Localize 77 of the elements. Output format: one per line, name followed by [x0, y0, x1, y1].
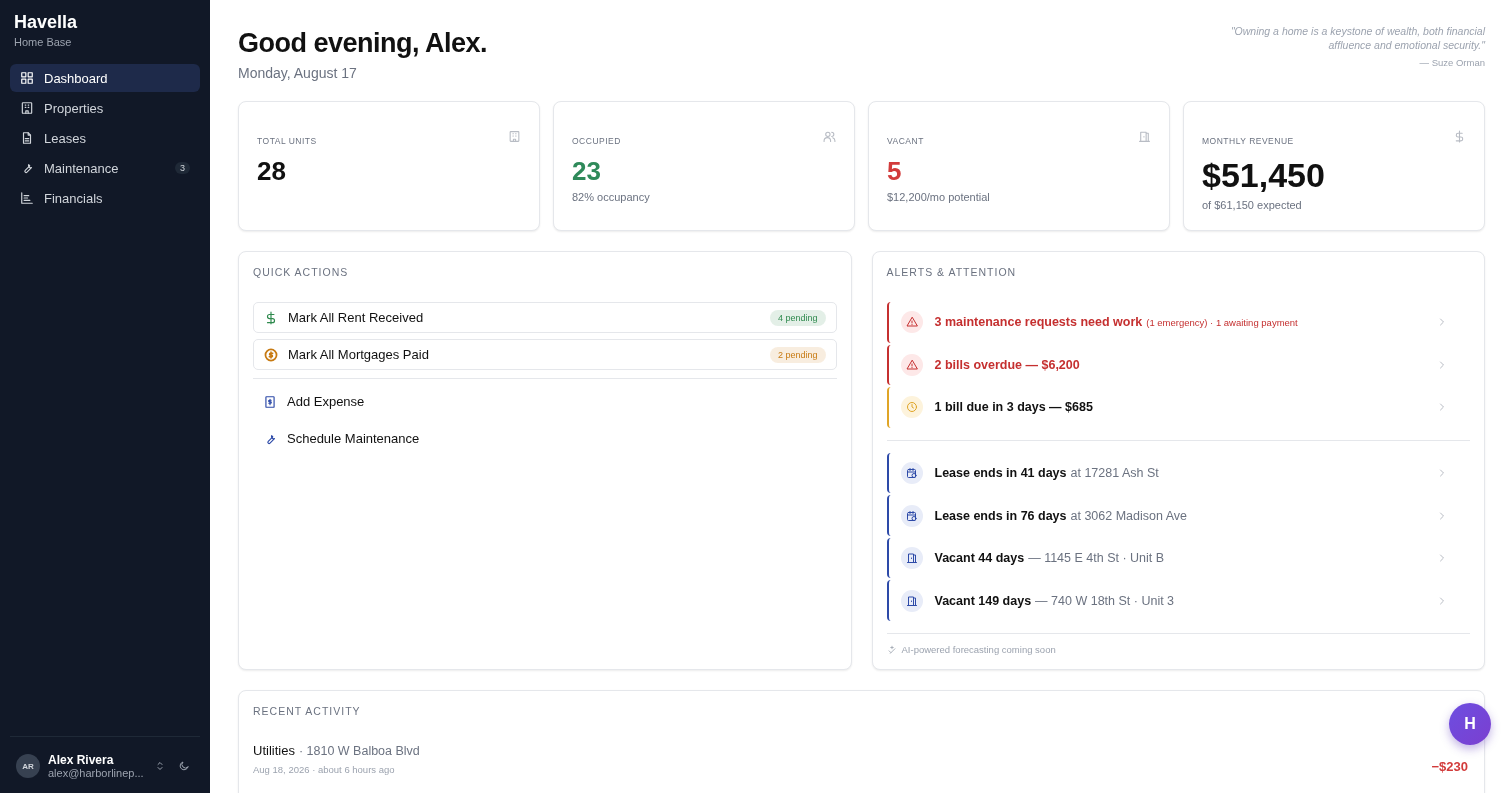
stat-value: $51,450 [1202, 156, 1325, 195]
alert-detail: at 3062 Madison Ave [1070, 508, 1188, 523]
count-badge: 3 [175, 162, 190, 174]
stat-label: OCCUPIED [572, 136, 621, 146]
user-email: alex@harborlinep... [48, 767, 144, 779]
alert-row[interactable]: Lease ends in 41 days at 17281 Ash St [886, 452, 1470, 494]
calendar-clock-icon [905, 509, 918, 522]
brand-subtitle: Home Base [13, 35, 73, 48]
moon-icon [178, 760, 190, 772]
quote-author: — Suze Orman [1418, 57, 1485, 68]
date-text: Monday, August 17 [238, 65, 358, 81]
chart-icon [20, 191, 34, 205]
warning-icon [905, 358, 918, 371]
action-button[interactable]: Schedule Maintenance [253, 420, 837, 457]
building-icon [20, 101, 34, 115]
nav-item[interactable]: Financials [10, 184, 200, 212]
door-icon [905, 594, 918, 607]
panel-title: QUICK ACTIONS [253, 266, 350, 278]
activity-address: · 1810 W Balboa Blvd [298, 744, 420, 758]
panel-title: ALERTS & ATTENTION [886, 266, 1018, 278]
alert-detail: (1 emergency) · 1 awaiting payment [1146, 317, 1298, 329]
alert-title: 3 maintenance requests need work [934, 315, 1143, 330]
pending-badge: 2 pending [769, 346, 826, 363]
alert-row[interactable]: Lease ends in 76 days at 3062 Madison Ave [886, 495, 1470, 536]
stat-value: 23 [572, 156, 601, 187]
nav-item[interactable]: Maintenance 3 [10, 154, 200, 182]
nav-item[interactable]: Leases [10, 124, 200, 152]
alert-detail: at 17281 Ash St [1070, 466, 1159, 480]
greeting-heading: Good evening, Alex. [238, 28, 488, 59]
door-icon [905, 552, 918, 565]
stat-caption: $12,200/mo potential [887, 191, 991, 203]
alert-title: Vacant 44 days [934, 551, 1025, 566]
forecast-note: AI-powered forecasting coming soon [901, 644, 1056, 656]
alert-title: Vacant 149 days [934, 593, 1032, 608]
stat-label: MONTHLY REVENUE [1202, 136, 1294, 146]
users-icon [823, 130, 836, 143]
action-button[interactable]: Add Expense [253, 383, 837, 420]
building-icon [508, 130, 521, 143]
alert-row[interactable]: Vacant 149 days — 740 W 18th St · Unit 3 [886, 580, 1470, 622]
alert-row[interactable]: 1 bill due in 3 days — $685 [886, 387, 1470, 428]
stat-value: 28 [257, 156, 286, 187]
alert-title: 1 bill due in 3 days — $685 [934, 400, 1093, 415]
user-name: Alex Rivera [48, 753, 115, 767]
user-avatar: AR [16, 754, 40, 778]
stat-caption: of $61,150 expected [1202, 199, 1303, 211]
action-button[interactable]: Mark All Mortgages Paid 2 pending [253, 339, 837, 370]
alert-detail: — 1145 E 4th St · Unit B [1028, 551, 1165, 566]
alert-detail: — 740 W 18th St · Unit 3 [1035, 593, 1175, 608]
nav-item[interactable]: Dashboard [10, 64, 200, 92]
nav-item[interactable]: Properties [10, 94, 200, 122]
warning-icon [905, 316, 918, 329]
chevrons-icon [154, 760, 166, 772]
alert-row[interactable]: Vacant 44 days — 1145 E 4th St · Unit B [886, 537, 1470, 579]
stat-label: VACANT [887, 136, 924, 146]
pending-badge: 4 pending [769, 309, 826, 326]
action-button[interactable]: Mark All Rent Received 4 pending [253, 302, 837, 333]
alert-title: Lease ends in 41 days [934, 466, 1067, 480]
activity-category: Utilities [253, 743, 295, 758]
stat-value: 5 [887, 156, 902, 187]
alert-title: 2 bills overdue — $6,200 [934, 357, 1080, 372]
clock-icon [905, 401, 918, 414]
grid-icon [20, 71, 34, 85]
document-icon [20, 131, 34, 145]
brand-name: Havella [13, 12, 79, 33]
panel-title: RECENT ACTIVITY [253, 705, 362, 717]
alert-title: Lease ends in 76 days [934, 508, 1067, 523]
activity-amount: −$230 [1431, 759, 1468, 774]
dollar-icon [1453, 130, 1466, 143]
receipt-icon [263, 394, 277, 409]
activity-time: Aug 18, 2026 · about 6 hours ago [253, 764, 396, 775]
quote-text: "Owning a home is a keystone of wealth, both financial affluence and emotional security." [1229, 24, 1485, 52]
stat-label: TOTAL UNITS [257, 136, 317, 146]
calendar-clock-icon [905, 467, 918, 479]
stat-caption: 82% occupancy [572, 191, 651, 203]
alert-row[interactable]: 3 maintenance requests need work (1 emergency) · 1 awaiting payment [886, 302, 1470, 343]
door-icon [1138, 130, 1151, 143]
alert-row[interactable]: 2 bills overdue — $6,200 [886, 344, 1470, 386]
